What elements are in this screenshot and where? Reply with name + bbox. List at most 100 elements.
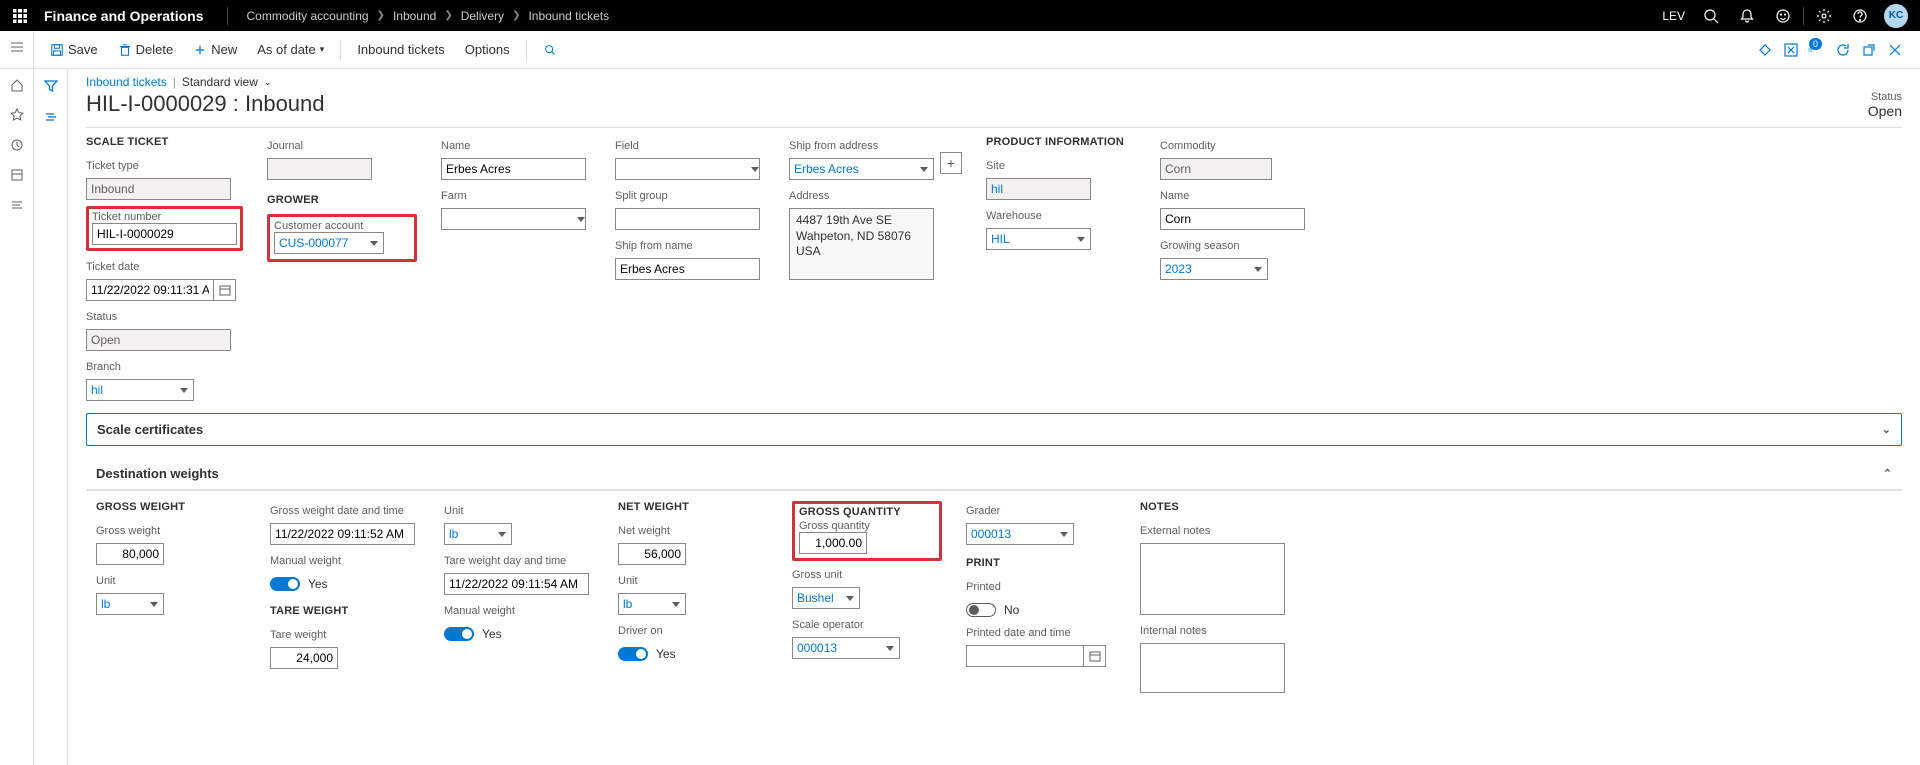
destination-weights-header[interactable]: Destination weights ⌃ [86,458,1902,490]
crumb-link[interactable]: Inbound tickets [86,75,167,89]
home-icon[interactable] [7,75,27,95]
delete-button[interactable]: Delete [110,38,182,61]
options-tab[interactable]: Options [457,38,518,61]
attachments-count: 0 [1809,38,1822,50]
manual-weight-toggle[interactable] [270,577,300,591]
gross-datetime-field[interactable] [270,523,415,545]
hamburger-icon[interactable] [7,37,27,57]
field-field[interactable] [615,158,760,180]
status-value: Open [1868,103,1902,119]
season-label: Growing season [1160,240,1310,252]
printed-label: Printed [966,581,1116,593]
excel-icon[interactable] [1782,41,1800,59]
ticket-number-field[interactable] [92,223,237,245]
gross-unit2-label: Gross unit [792,569,942,581]
ticket-date-field[interactable] [86,279,214,301]
grader-label: Grader [966,505,1116,517]
delete-label: Delete [136,42,174,57]
refresh-icon[interactable] [1834,41,1852,59]
modules-icon[interactable] [7,195,27,215]
find-button[interactable] [535,39,565,61]
commodity-label: Commodity [1160,140,1310,152]
breadcrumb-item[interactable]: Commodity accounting [246,9,368,23]
as-of-date-button[interactable]: As of date ▾ [249,38,332,61]
calendar-icon[interactable] [1084,645,1106,667]
status-label: Status [1868,91,1902,103]
journal-label: Journal [267,140,417,152]
waffle-icon[interactable] [8,4,32,28]
external-notes-field[interactable] [1140,543,1285,615]
tare-datetime-field[interactable] [444,573,589,595]
help-icon[interactable] [1844,0,1876,31]
gross-weight-field[interactable] [96,543,164,565]
recent-icon[interactable] [7,135,27,155]
related-icon[interactable] [44,110,58,127]
ticket-type-label: Ticket type [86,160,243,172]
tare-weight-field[interactable] [270,647,338,669]
command-bar: Save Delete New As of date ▾ Inbound tic… [34,31,1920,68]
customer-account-highlight: Customer account [267,214,417,262]
split-group-label: Split group [615,190,765,202]
net-weight-field[interactable] [618,543,686,565]
new-button[interactable]: New [185,38,245,61]
season-field[interactable] [1160,258,1268,280]
gross-qty-field[interactable] [799,532,867,554]
workspace-icon[interactable] [7,165,27,185]
avatar[interactable]: KC [1880,0,1912,31]
header-form: SCALE TICKET Ticket type Ticket number T… [86,136,1902,401]
manual-weight2-toggle[interactable] [444,627,474,641]
environment-label: LEV [1656,9,1691,23]
branch-field[interactable] [86,379,194,401]
print-head: PRINT [966,557,1116,569]
scale-operator-field[interactable] [792,637,900,659]
gross-unit-field[interactable] [96,593,164,615]
net-unit-field[interactable] [618,593,686,615]
customer-account-field[interactable] [274,232,384,254]
close-icon[interactable] [1886,41,1904,59]
breadcrumb-item[interactable]: Inbound [393,9,436,23]
farm-field[interactable] [441,208,586,230]
calendar-icon[interactable] [214,279,236,301]
bell-icon[interactable] [1731,0,1763,31]
ship-from-addr-field[interactable] [789,158,934,180]
grader-field[interactable] [966,523,1074,545]
journal-field [267,158,372,180]
tare-unit-field[interactable] [444,523,512,545]
save-button[interactable]: Save [42,38,106,61]
star-icon[interactable] [7,105,27,125]
chevron-up-icon: ⌃ [1883,467,1892,480]
destination-weights-title: Destination weights [96,466,219,481]
tare-weight-label: Tare weight [270,629,420,641]
breadcrumb-item[interactable]: Delivery [461,9,504,23]
view-name[interactable]: Standard view [182,75,258,89]
smiley-icon[interactable] [1767,0,1799,31]
content-area: Inbound tickets | Standard view ⌄ HIL-I-… [68,69,1920,765]
gross-unit2-field[interactable] [792,587,860,609]
split-group-field[interactable] [615,208,760,230]
driver-on-toggle[interactable] [618,647,648,661]
printed-dt-field[interactable] [966,645,1084,667]
breadcrumb-item[interactable]: Inbound tickets [528,9,609,23]
funnel-icon[interactable] [44,79,58,96]
ticket-date-label: Ticket date [86,261,243,273]
gross-qty-head: GROSS QUANTITY [799,506,935,518]
status-field [86,329,231,351]
scale-certificates-fasttab[interactable]: Scale certificates ⌄ [86,413,1902,446]
tare-datetime-label: Tare weight day and time [444,555,594,567]
search-icon[interactable] [1695,0,1727,31]
name-field[interactable] [441,158,586,180]
printed-toggle[interactable] [966,603,996,617]
net-unit-label: Unit [618,575,768,587]
pin-icon[interactable] [1756,41,1774,59]
popout-icon[interactable] [1860,41,1878,59]
gear-icon[interactable] [1808,0,1840,31]
internal-notes-field[interactable] [1140,643,1285,693]
gross-unit-label: Unit [96,575,246,587]
ship-from-name-field[interactable] [615,258,760,280]
commodity-name-field[interactable] [1160,208,1305,230]
warehouse-field[interactable] [986,228,1091,250]
add-address-button[interactable]: + [940,152,962,174]
attachments-icon[interactable]: 0 [1808,41,1826,59]
inbound-tickets-tab[interactable]: Inbound tickets [349,38,452,61]
commodity-name-label: Name [1160,190,1310,202]
